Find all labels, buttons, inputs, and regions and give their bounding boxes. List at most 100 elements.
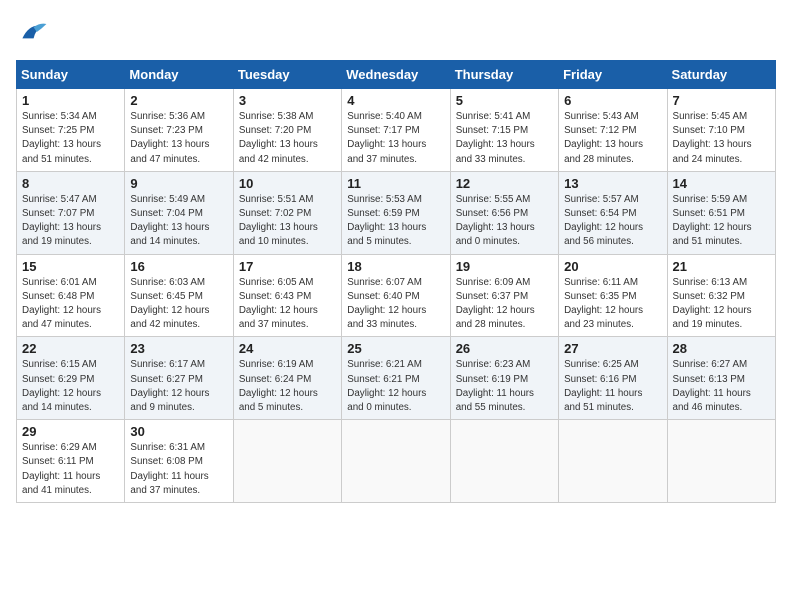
day-info: Sunrise: 5:41 AMSunset: 7:15 PMDaylight:… [456,110,553,167]
calendar-cell [667,420,775,503]
calendar-cell: 14 Sunrise: 5:59 AMSunset: 6:51 PMDaylig… [667,171,775,254]
weekday-header: Tuesday [233,61,341,89]
day-number: 11 [347,176,444,191]
day-info: Sunrise: 5:53 AMSunset: 6:59 PMDaylight:… [347,193,444,250]
day-number: 29 [22,424,119,439]
calendar-cell [342,420,450,503]
calendar-cell: 26 Sunrise: 6:23 AMSunset: 6:19 PMDaylig… [450,337,558,420]
calendar-cell: 10 Sunrise: 5:51 AMSunset: 7:02 PMDaylig… [233,171,341,254]
day-info: Sunrise: 6:25 AMSunset: 6:16 PMDaylight:… [564,358,661,415]
day-number: 10 [239,176,336,191]
calendar-cell: 9 Sunrise: 5:49 AMSunset: 7:04 PMDayligh… [125,171,233,254]
day-number: 25 [347,341,444,356]
day-info: Sunrise: 5:34 AMSunset: 7:25 PMDaylight:… [22,110,119,167]
day-info: Sunrise: 5:49 AMSunset: 7:04 PMDaylight:… [130,193,227,250]
day-number: 16 [130,259,227,274]
day-number: 4 [347,93,444,108]
calendar-cell: 17 Sunrise: 6:05 AMSunset: 6:43 PMDaylig… [233,254,341,337]
day-number: 27 [564,341,661,356]
calendar-cell [233,420,341,503]
calendar-week-row: 8 Sunrise: 5:47 AMSunset: 7:07 PMDayligh… [17,171,776,254]
calendar-cell: 6 Sunrise: 5:43 AMSunset: 7:12 PMDayligh… [559,89,667,172]
day-number: 18 [347,259,444,274]
day-number: 2 [130,93,227,108]
weekday-header: Sunday [17,61,125,89]
calendar-cell: 15 Sunrise: 6:01 AMSunset: 6:48 PMDaylig… [17,254,125,337]
day-number: 17 [239,259,336,274]
day-info: Sunrise: 6:17 AMSunset: 6:27 PMDaylight:… [130,358,227,415]
calendar-cell: 20 Sunrise: 6:11 AMSunset: 6:35 PMDaylig… [559,254,667,337]
calendar-week-row: 29 Sunrise: 6:29 AMSunset: 6:11 PMDaylig… [17,420,776,503]
day-number: 8 [22,176,119,191]
day-number: 22 [22,341,119,356]
calendar-cell: 24 Sunrise: 6:19 AMSunset: 6:24 PMDaylig… [233,337,341,420]
calendar-cell: 19 Sunrise: 6:09 AMSunset: 6:37 PMDaylig… [450,254,558,337]
day-info: Sunrise: 5:38 AMSunset: 7:20 PMDaylight:… [239,110,336,167]
day-number: 19 [456,259,553,274]
calendar-cell: 11 Sunrise: 5:53 AMSunset: 6:59 PMDaylig… [342,171,450,254]
day-number: 24 [239,341,336,356]
calendar-cell: 25 Sunrise: 6:21 AMSunset: 6:21 PMDaylig… [342,337,450,420]
calendar-cell: 30 Sunrise: 6:31 AMSunset: 6:08 PMDaylig… [125,420,233,503]
calendar-cell: 4 Sunrise: 5:40 AMSunset: 7:17 PMDayligh… [342,89,450,172]
day-number: 20 [564,259,661,274]
day-info: Sunrise: 6:27 AMSunset: 6:13 PMDaylight:… [673,358,770,415]
day-info: Sunrise: 6:23 AMSunset: 6:19 PMDaylight:… [456,358,553,415]
day-info: Sunrise: 6:21 AMSunset: 6:21 PMDaylight:… [347,358,444,415]
day-info: Sunrise: 5:57 AMSunset: 6:54 PMDaylight:… [564,193,661,250]
day-number: 1 [22,93,119,108]
calendar-cell: 7 Sunrise: 5:45 AMSunset: 7:10 PMDayligh… [667,89,775,172]
day-info: Sunrise: 5:36 AMSunset: 7:23 PMDaylight:… [130,110,227,167]
day-number: 3 [239,93,336,108]
day-info: Sunrise: 6:07 AMSunset: 6:40 PMDaylight:… [347,276,444,333]
day-number: 6 [564,93,661,108]
day-info: Sunrise: 6:05 AMSunset: 6:43 PMDaylight:… [239,276,336,333]
calendar-cell: 1 Sunrise: 5:34 AMSunset: 7:25 PMDayligh… [17,89,125,172]
day-info: Sunrise: 6:11 AMSunset: 6:35 PMDaylight:… [564,276,661,333]
weekday-header: Wednesday [342,61,450,89]
day-info: Sunrise: 6:29 AMSunset: 6:11 PMDaylight:… [22,441,119,498]
weekday-header: Monday [125,61,233,89]
calendar-cell: 27 Sunrise: 6:25 AMSunset: 6:16 PMDaylig… [559,337,667,420]
calendar-cell: 3 Sunrise: 5:38 AMSunset: 7:20 PMDayligh… [233,89,341,172]
day-info: Sunrise: 6:03 AMSunset: 6:45 PMDaylight:… [130,276,227,333]
page-header [16,16,776,48]
weekday-header: Saturday [667,61,775,89]
day-info: Sunrise: 5:55 AMSunset: 6:56 PMDaylight:… [456,193,553,250]
calendar-cell: 18 Sunrise: 6:07 AMSunset: 6:40 PMDaylig… [342,254,450,337]
day-info: Sunrise: 5:45 AMSunset: 7:10 PMDaylight:… [673,110,770,167]
day-info: Sunrise: 6:13 AMSunset: 6:32 PMDaylight:… [673,276,770,333]
logo-bird-icon [16,16,48,48]
day-number: 28 [673,341,770,356]
day-info: Sunrise: 5:47 AMSunset: 7:07 PMDaylight:… [22,193,119,250]
day-number: 7 [673,93,770,108]
day-number: 5 [456,93,553,108]
day-number: 14 [673,176,770,191]
calendar-header-row: SundayMondayTuesdayWednesdayThursdayFrid… [17,61,776,89]
calendar-week-row: 15 Sunrise: 6:01 AMSunset: 6:48 PMDaylig… [17,254,776,337]
day-number: 21 [673,259,770,274]
day-info: Sunrise: 5:40 AMSunset: 7:17 PMDaylight:… [347,110,444,167]
day-number: 15 [22,259,119,274]
day-info: Sunrise: 5:43 AMSunset: 7:12 PMDaylight:… [564,110,661,167]
day-info: Sunrise: 6:31 AMSunset: 6:08 PMDaylight:… [130,441,227,498]
calendar-cell: 5 Sunrise: 5:41 AMSunset: 7:15 PMDayligh… [450,89,558,172]
calendar-cell: 12 Sunrise: 5:55 AMSunset: 6:56 PMDaylig… [450,171,558,254]
day-info: Sunrise: 5:59 AMSunset: 6:51 PMDaylight:… [673,193,770,250]
calendar-cell: 2 Sunrise: 5:36 AMSunset: 7:23 PMDayligh… [125,89,233,172]
calendar-cell [559,420,667,503]
calendar-cell: 8 Sunrise: 5:47 AMSunset: 7:07 PMDayligh… [17,171,125,254]
calendar-cell: 22 Sunrise: 6:15 AMSunset: 6:29 PMDaylig… [17,337,125,420]
day-number: 26 [456,341,553,356]
day-number: 13 [564,176,661,191]
logo [16,16,52,48]
calendar-cell: 21 Sunrise: 6:13 AMSunset: 6:32 PMDaylig… [667,254,775,337]
calendar-cell [450,420,558,503]
calendar-cell: 13 Sunrise: 5:57 AMSunset: 6:54 PMDaylig… [559,171,667,254]
calendar-cell: 29 Sunrise: 6:29 AMSunset: 6:11 PMDaylig… [17,420,125,503]
weekday-header: Thursday [450,61,558,89]
day-number: 23 [130,341,227,356]
calendar-week-row: 1 Sunrise: 5:34 AMSunset: 7:25 PMDayligh… [17,89,776,172]
day-info: Sunrise: 5:51 AMSunset: 7:02 PMDaylight:… [239,193,336,250]
day-info: Sunrise: 6:01 AMSunset: 6:48 PMDaylight:… [22,276,119,333]
